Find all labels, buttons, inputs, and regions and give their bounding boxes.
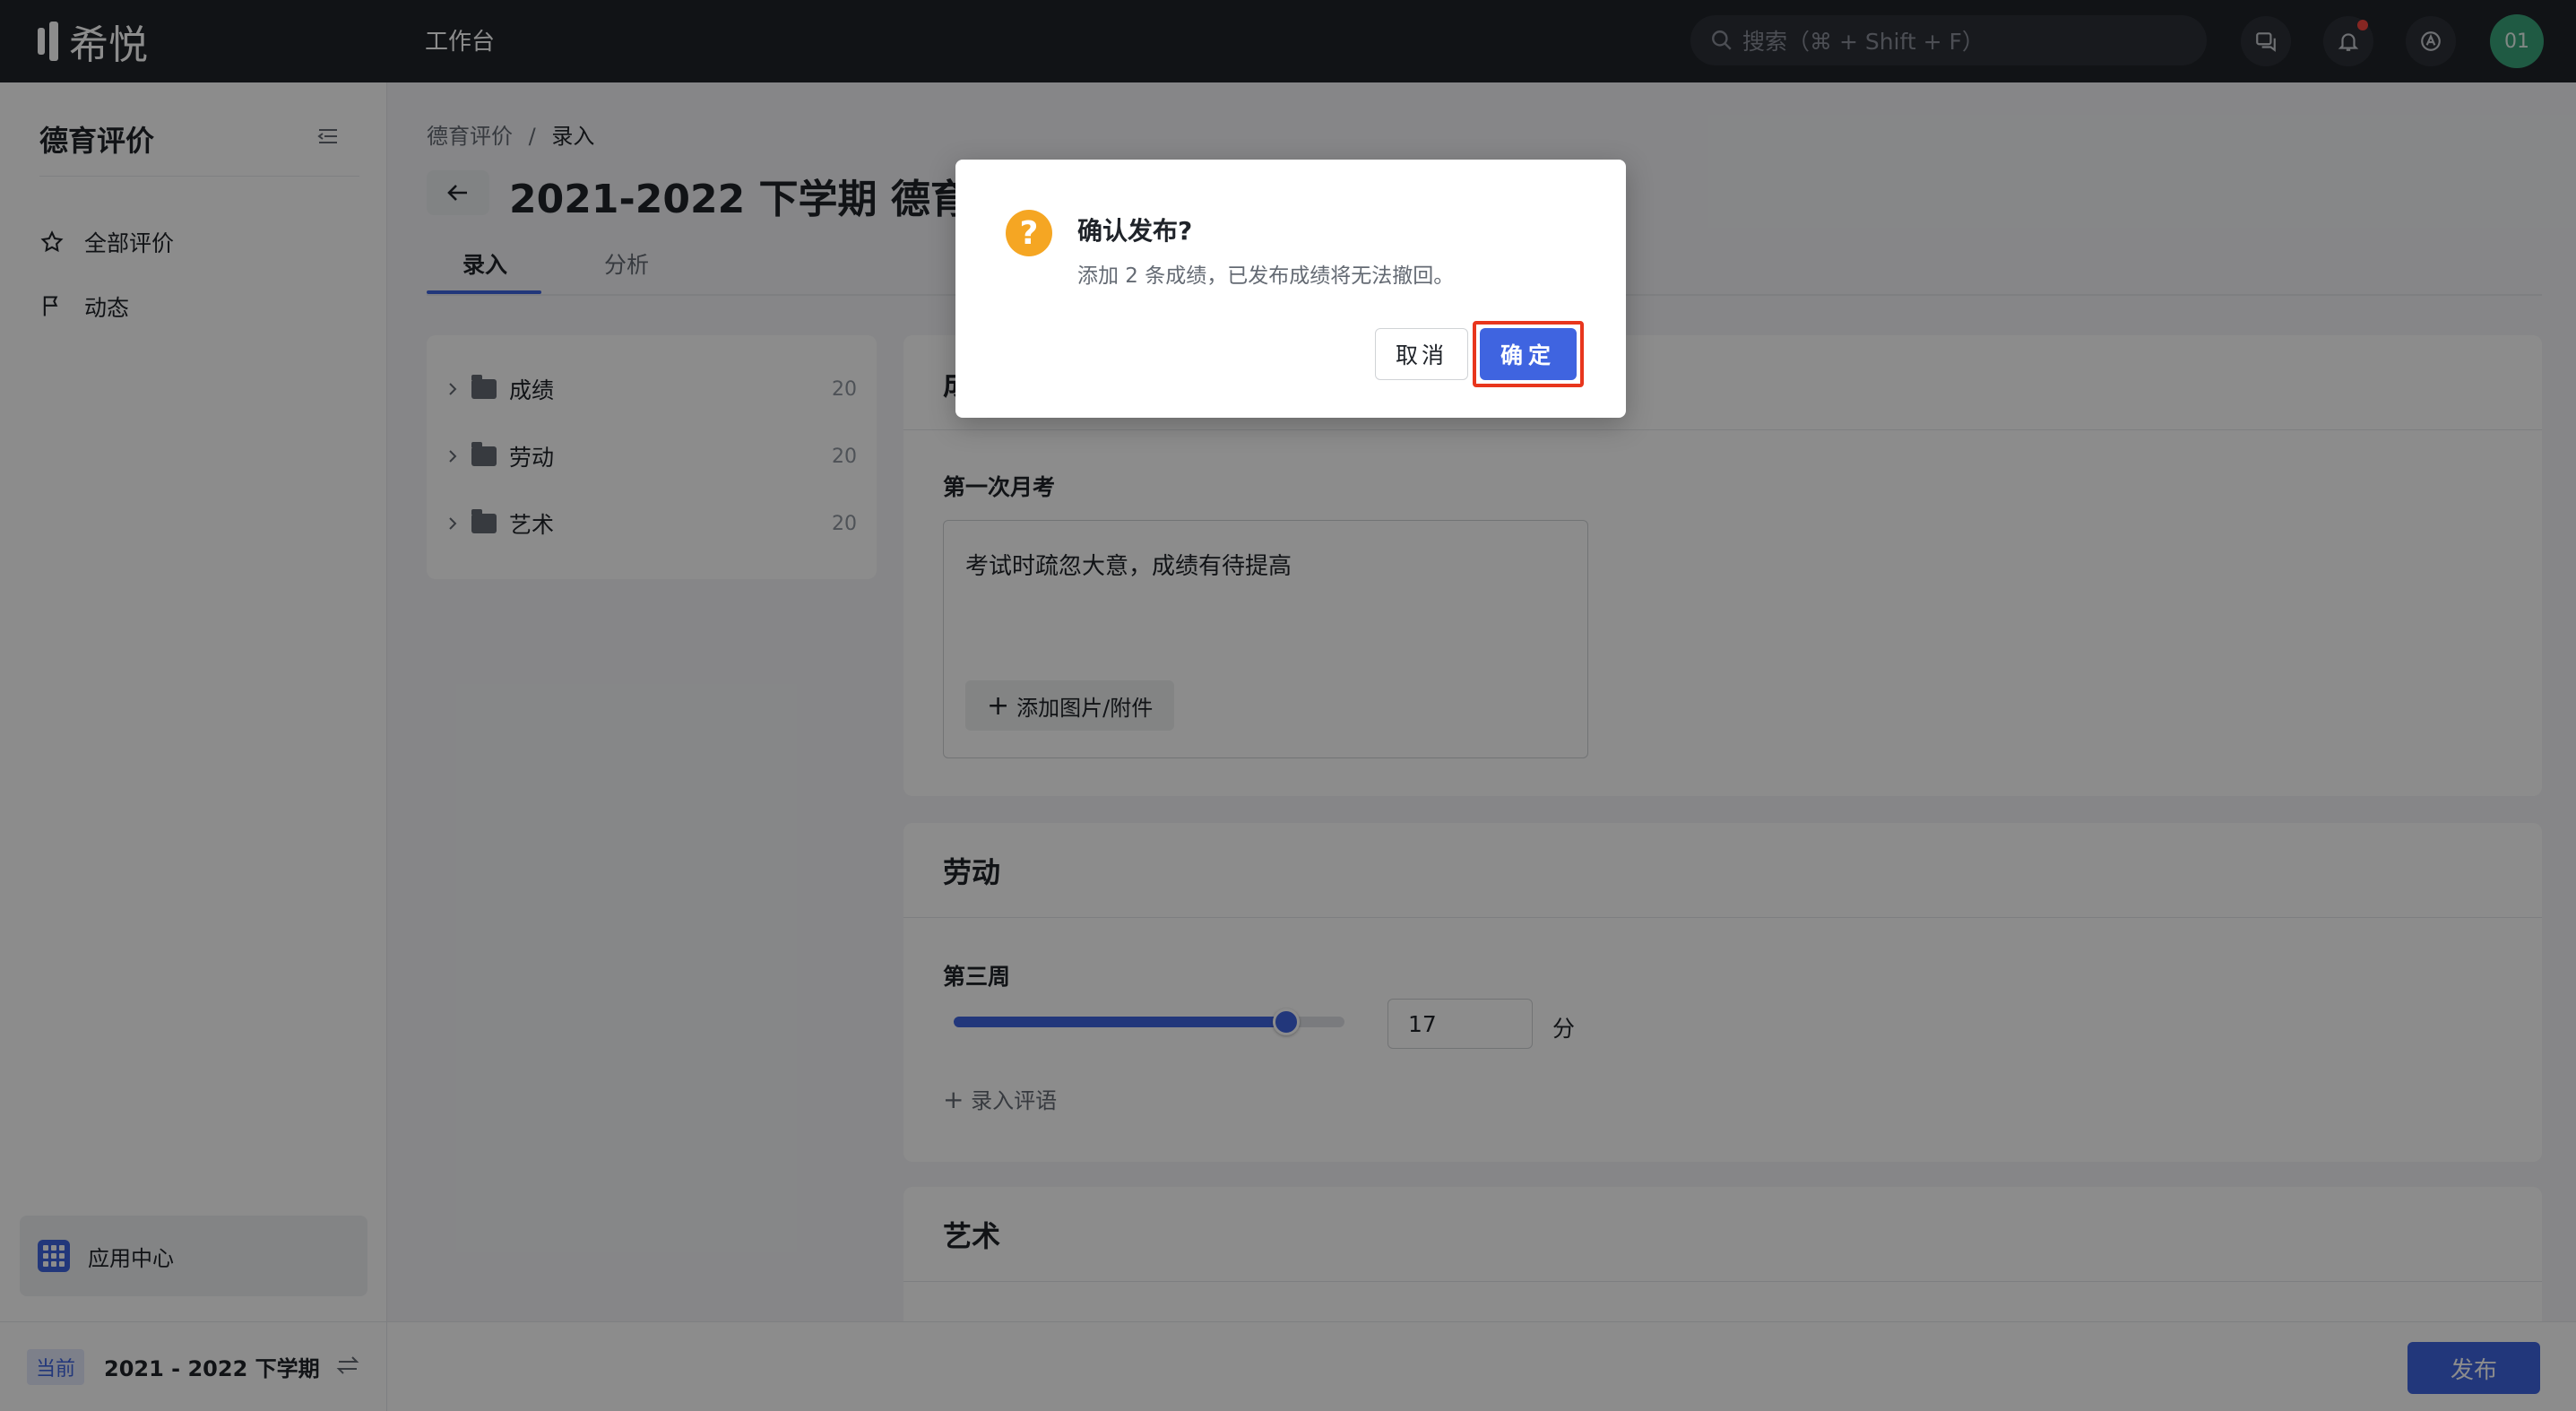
confirm-publish-dialog: ? 确认发布? 添加 2 条成绩，已发布成绩将无法撤回。 取消 确定	[955, 160, 1626, 418]
cancel-button[interactable]: 取消	[1375, 328, 1468, 380]
question-icon: ?	[1006, 210, 1052, 256]
confirm-button-highlight: 确定	[1473, 321, 1584, 387]
dialog-title: 确认发布?	[1077, 216, 1193, 246]
confirm-button[interactable]: 确定	[1480, 328, 1577, 380]
dialog-description: 添加 2 条成绩，已发布成绩将无法撤回。	[1077, 264, 1455, 288]
